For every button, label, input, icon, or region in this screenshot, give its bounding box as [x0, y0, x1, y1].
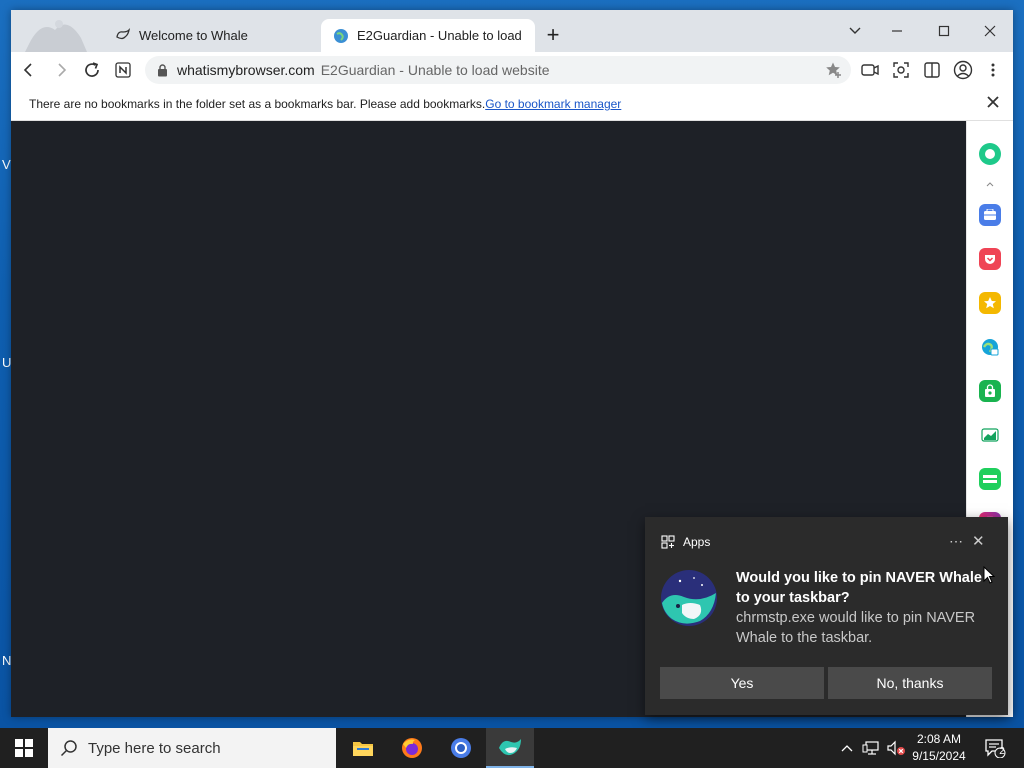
network-icon[interactable] [860, 728, 882, 768]
tab-label: Welcome to Whale [139, 28, 248, 43]
file-explorer-icon[interactable] [339, 728, 387, 768]
pin-taskbar-notification: Apps ⋯ ✕ Would you like to pin NAVER Wha… [645, 517, 1008, 715]
forward-arrow-icon[interactable] [49, 58, 73, 82]
notification-header: Apps [661, 535, 710, 549]
clock-date: 9/15/2024 [912, 749, 966, 763]
show-hidden-icons-chevron-icon[interactable] [836, 728, 858, 768]
tab-strip: Welcome to Whale E2Guardian - Unable to … [11, 10, 1013, 52]
wallet-icon[interactable] [979, 204, 1001, 226]
naver-whale-logo [660, 569, 718, 627]
notification-count-badge: 2 [999, 746, 1005, 757]
webtoon-icon[interactable] [979, 468, 1001, 490]
naver-whale-taskbar-icon[interactable] [486, 728, 534, 768]
maximize-button[interactable] [924, 16, 964, 46]
clock-time: 2:08 AM [916, 732, 962, 746]
notification-app-name: Apps [683, 535, 711, 549]
search-icon [60, 739, 78, 757]
profile-icon[interactable] [951, 58, 975, 82]
chrome-icon[interactable] [437, 728, 485, 768]
reload-icon[interactable] [80, 58, 104, 82]
close-window-button[interactable] [970, 16, 1010, 46]
tab-welcome-to-whale[interactable]: Welcome to Whale [103, 19, 319, 52]
screenshot-icon[interactable] [889, 58, 913, 82]
back-arrow-icon[interactable] [17, 58, 41, 82]
tab-e2guardian[interactable]: E2Guardian - Unable to load we [321, 19, 535, 52]
address-page-title: E2Guardian - Unable to load website [320, 62, 550, 78]
pocket-icon[interactable] [979, 248, 1001, 270]
taskbar-clock[interactable]: 2:08 AM 9/15/2024 [900, 731, 978, 765]
desktop-edge-letter: N [2, 653, 12, 668]
tab-label: E2Guardian - Unable to load we [357, 28, 523, 43]
whale-tab-icon [115, 27, 131, 44]
more-options-button[interactable]: ⋯ [949, 533, 963, 550]
add-favorite-star-icon[interactable] [825, 61, 843, 82]
lock-icon[interactable] [155, 63, 169, 77]
address-bar[interactable]: whatismybrowser.com E2Guardian - Unable … [145, 56, 851, 84]
taskbar: Type here to search 2:08 AM 9/15/2024 2 [0, 728, 1024, 768]
menu-kebab-icon[interactable] [981, 58, 1005, 82]
no-thanks-button[interactable]: No, thanks [828, 667, 992, 699]
shopping-icon[interactable] [979, 380, 1001, 402]
capture-icon[interactable] [858, 58, 882, 82]
search-placeholder: Type here to search [88, 739, 221, 757]
apps-icon [661, 535, 675, 549]
taskbar-search-box[interactable]: Type here to search [48, 728, 336, 768]
tab-list-chevron-icon[interactable] [835, 16, 875, 46]
favorites-star-icon[interactable] [979, 292, 1001, 314]
naver-home-icon[interactable] [111, 58, 135, 82]
stocks-icon[interactable] [979, 424, 1001, 446]
notification-close-button[interactable]: ✕ [972, 532, 985, 550]
bookmark-bar-message: There are no bookmarks in the folder set… [29, 97, 486, 111]
yes-button[interactable]: Yes [660, 667, 824, 699]
address-domain: whatismybrowser.com [177, 62, 315, 78]
whale-space-icon[interactable] [979, 143, 1001, 165]
start-button[interactable] [0, 728, 48, 768]
browser-toolbar: whatismybrowser.com E2Guardian - Unable … [11, 52, 1013, 88]
notification-body: chrmstp.exe would like to pin NAVER Whal… [736, 610, 976, 646]
desktop-edge-letter: V [2, 157, 11, 172]
firefox-icon[interactable] [388, 728, 436, 768]
bookmark-bar: There are no bookmarks in the folder set… [11, 88, 1013, 121]
action-center-icon[interactable]: 2 [980, 728, 1010, 768]
sidebar-toggle-icon[interactable] [920, 58, 944, 82]
sidebar-scroll-up-icon[interactable] [986, 174, 994, 187]
notification-title: Would you like to pin NAVER Whale to you… [736, 570, 982, 606]
close-icon[interactable] [985, 96, 1001, 112]
globe-icon [333, 28, 349, 44]
mouse-cursor-icon [983, 565, 996, 589]
minimize-button[interactable] [877, 16, 917, 46]
new-tab-button[interactable]: + [541, 24, 565, 48]
translate-icon[interactable] [979, 336, 1001, 358]
desktop-edge-letter: U [2, 355, 12, 370]
bookmark-manager-link[interactable]: Go to bookmark manager [485, 97, 621, 111]
whale-logo [21, 14, 91, 52]
